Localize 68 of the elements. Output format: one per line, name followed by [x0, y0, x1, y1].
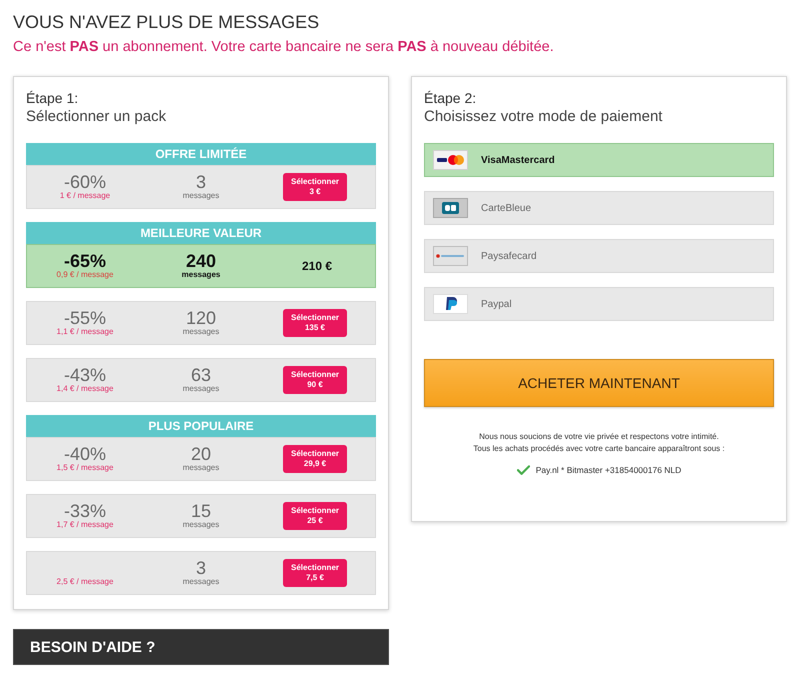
discount-text: -60% [64, 173, 106, 191]
discount-text: -43% [64, 366, 106, 384]
message-count: 240 [186, 252, 216, 270]
privacy-text: Nous nous soucions de votre vie privée et respectons votre intimité. [479, 431, 719, 443]
message-count: 3 [196, 173, 206, 191]
message-count: 63 [190, 366, 212, 384]
discount-text: -33% [64, 502, 106, 520]
unit-price-text: 1,4 € / message [56, 384, 114, 394]
unit-price-text: 1,1 € / message [56, 327, 114, 337]
unit-price-text: 2,5 € / message [56, 577, 114, 587]
buy-now-button[interactable]: ACHETER MAINTENANT [424, 359, 774, 407]
payment-option[interactable]: Paysafecard [424, 239, 774, 273]
billing-descriptor-text: Pay.nl * Bitmaster +31854000176 NLD [536, 465, 682, 475]
count-label: messages [182, 191, 220, 201]
discount-text: -55% [64, 309, 106, 327]
payment-logo-icon [433, 150, 468, 170]
payment-logo-icon [433, 198, 468, 218]
page-title: VOUS N'AVEZ PLUS DE MESSAGES [13, 11, 320, 34]
privacy-text: Tous les achats procédés avec votre carte bancaire apparaîtront sous : [473, 443, 725, 455]
select-pack-button[interactable]: Sélectionner 25 € [283, 502, 347, 530]
count-label: messages [182, 384, 220, 394]
payment-logo-icon [433, 294, 468, 314]
payment-option[interactable]: VisaMastercard [424, 143, 774, 177]
count-label: messages [182, 463, 220, 473]
pack-row[interactable]: 2,5 € / message 3 messages Sélectionner 7,5 € [26, 551, 376, 595]
step-label: Étape 2: [424, 89, 478, 107]
pack-banner: OFFRE LIMITÉE [26, 143, 376, 165]
pack-row[interactable]: -43% 1,4 € / message 63 messages Sélectionner 90 € [26, 358, 376, 402]
select-pack-button[interactable]: Sélectionner 3 € [283, 173, 347, 201]
payment-option[interactable]: CarteBleue [424, 191, 774, 225]
step-title: Choisissez votre mode de paiement [424, 107, 664, 127]
message-count: 3 [196, 559, 206, 577]
discount-text: -65% [64, 252, 106, 270]
pack-row[interactable]: -65% 0,9 € / message 240 messages 210 € [26, 244, 376, 288]
pack-row[interactable]: -40% 1,5 € / message 20 messages Sélectionner 29,9 € [26, 437, 376, 481]
payment-name: Paysafecard [481, 250, 537, 262]
unit-price-text: 1,5 € / message [56, 463, 114, 473]
unit-price-text: 1 € / message [60, 191, 110, 201]
payment-name: VisaMastercard [481, 154, 555, 166]
count-label: messages [182, 327, 220, 337]
payment-name: Paypal [481, 298, 512, 310]
message-count: 20 [190, 445, 212, 463]
pack-price: 210 € [302, 259, 332, 273]
unit-price-text: 1,7 € / message [56, 520, 114, 530]
step-title: Sélectionner un pack [26, 107, 168, 127]
step-label: Étape 1: [26, 89, 80, 107]
select-pack-button[interactable]: Sélectionner 29,9 € [283, 445, 347, 473]
count-label: messages [182, 270, 220, 280]
count-label: messages [182, 520, 220, 530]
payment-logo-icon [433, 246, 468, 266]
discount-text: -40% [64, 445, 106, 463]
notice-text: Ce n'est PAS un abonnement. Votre carte bancaire ne sera PAS à nouveau débitée. [13, 38, 555, 56]
select-pack-button[interactable]: Sélectionner 7,5 € [283, 559, 347, 587]
pack-row[interactable]: -33% 1,7 € / message 15 messages Sélectionner 25 € [26, 494, 376, 538]
payment-name: CarteBleue [481, 202, 532, 214]
message-count: 15 [190, 502, 212, 520]
pack-row[interactable]: -55% 1,1 € / message 120 messages Sélectionner 135 € [26, 301, 376, 345]
unit-price-text: 0,9 € / message [56, 270, 114, 280]
pack-banner: MEILLEURE VALEUR [26, 222, 376, 244]
pack-banner: PLUS POPULAIRE [26, 415, 376, 437]
payment-option[interactable]: Paypal [424, 287, 774, 321]
message-count: 120 [186, 309, 216, 327]
check-icon [516, 465, 530, 475]
help-heading[interactable]: BESOIN D'AIDE ? [13, 629, 389, 665]
select-pack-button[interactable]: Sélectionner 90 € [283, 366, 347, 394]
pack-row[interactable]: -60% 1 € / message 3 messages Sélectionner 3 € [26, 165, 376, 209]
select-pack-button[interactable]: Sélectionner 135 € [283, 309, 347, 337]
count-label: messages [182, 577, 220, 587]
